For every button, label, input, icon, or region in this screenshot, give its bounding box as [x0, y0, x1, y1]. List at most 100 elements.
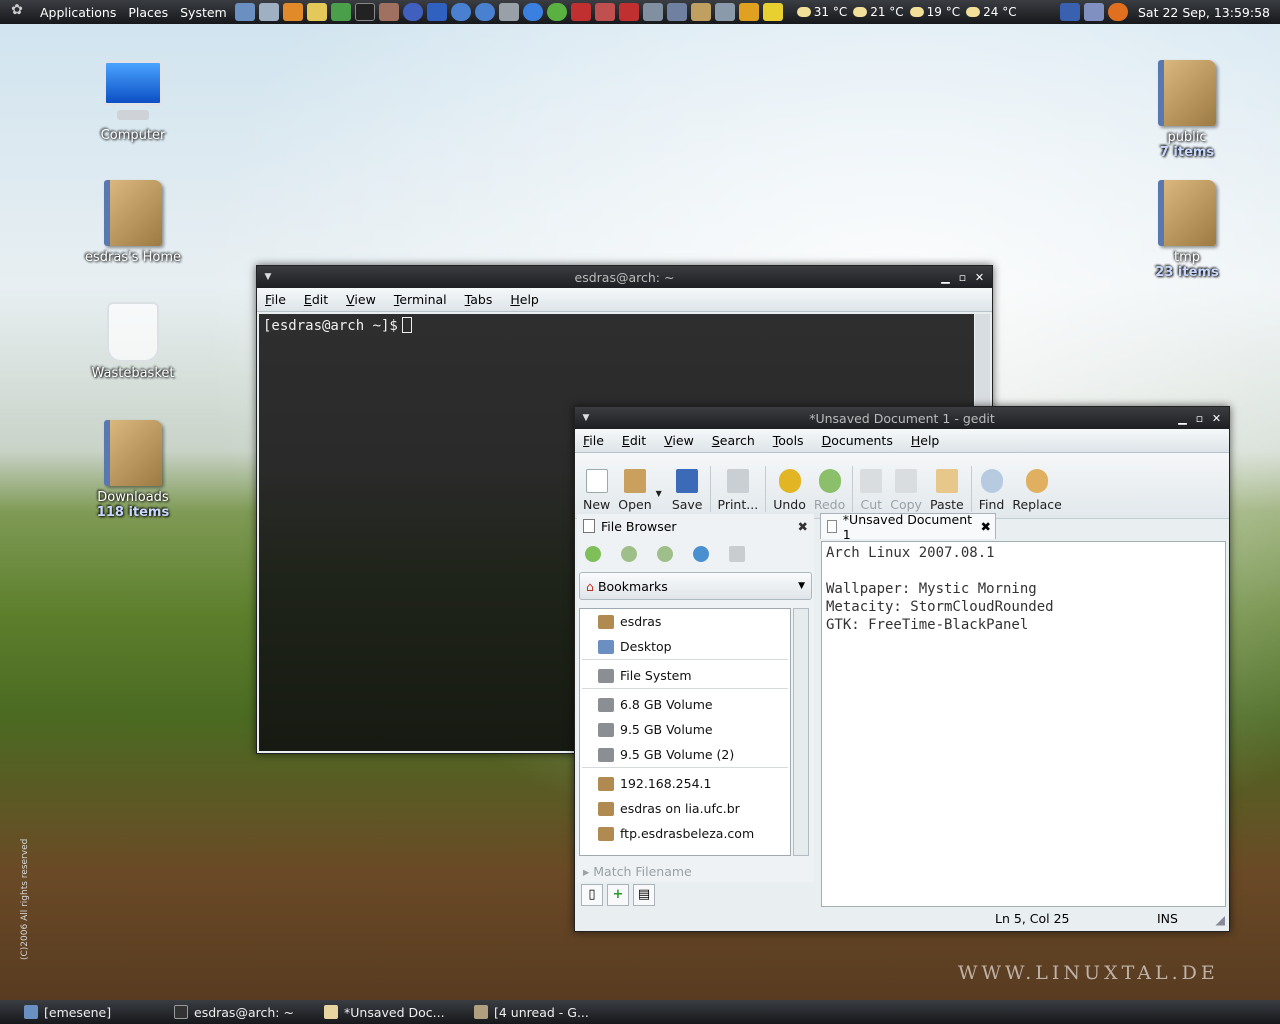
window-menu-icon[interactable]: ▼	[575, 413, 597, 423]
applications-menu[interactable]: Applications	[34, 5, 122, 20]
paste-button[interactable]: Paste	[930, 469, 964, 512]
desktop-icon-home[interactable]: esdras's Home	[68, 180, 198, 265]
system-menu[interactable]: System	[174, 5, 233, 20]
taskbar-item[interactable]: *Unsaved Doc...	[324, 1005, 454, 1020]
tray-icon[interactable]	[1084, 3, 1104, 21]
menu-view[interactable]: View	[338, 292, 386, 307]
list-item[interactable]: 192.168.254.1	[580, 771, 790, 796]
list-item[interactable]: Desktop	[580, 634, 790, 659]
resize-grip-icon[interactable]: ◢	[1215, 912, 1225, 927]
menu-tools[interactable]: Tools	[765, 433, 814, 448]
menu-edit[interactable]: Edit	[296, 292, 338, 307]
terminal-titlebar[interactable]: ▼ esdras@arch: ~ ▁ ▫ ✕	[257, 266, 992, 288]
play-icon[interactable]	[546, 3, 567, 21]
network-icon[interactable]	[522, 3, 543, 21]
terminal-icon[interactable]	[354, 3, 375, 21]
menu-file[interactable]: File	[575, 433, 614, 448]
copy-button[interactable]: Copy	[890, 469, 922, 512]
lock-icon[interactable]	[306, 3, 327, 21]
launcher-icon[interactable]	[666, 3, 687, 21]
list-item[interactable]: esdras on lia.ufc.br	[580, 796, 790, 821]
desktop-icon-wastebasket[interactable]: Wastebasket	[68, 302, 198, 381]
taskbar-item[interactable]: [4 unread - G...	[474, 1005, 604, 1020]
tray-icon[interactable]	[1108, 3, 1128, 21]
firefox-icon[interactable]	[402, 3, 423, 21]
weather-applet[interactable]: 31 °C 21 °C 19 °C 24 °C	[791, 5, 1017, 19]
menu-documents[interactable]: Documents	[814, 433, 903, 448]
window-menu-icon[interactable]: ▼	[257, 272, 279, 282]
menu-help[interactable]: Help	[502, 292, 549, 307]
lock-icon[interactable]	[729, 546, 745, 562]
users-icon[interactable]	[330, 3, 351, 21]
new-button[interactable]: New	[583, 469, 610, 512]
file-browser-tab-icon[interactable]: ▤	[633, 884, 655, 906]
menu-search[interactable]: Search	[704, 433, 765, 448]
list-item[interactable]: esdras	[580, 609, 790, 634]
menu-tabs[interactable]: Tabs	[457, 292, 503, 307]
tray-icon[interactable]	[1060, 3, 1080, 21]
refresh-icon[interactable]	[693, 546, 709, 562]
desktop-icon-tmp[interactable]: tmp 23 items	[1122, 180, 1252, 280]
desktop-icon-downloads[interactable]: Downloads 118 items	[68, 420, 198, 520]
folder-icon[interactable]	[690, 3, 711, 21]
text-editor[interactable]: Arch Linux 2007.08.1​Wallpaper: Mystic M…	[821, 541, 1226, 907]
gedit-window[interactable]: ▼ *Unsaved Document 1 - gedit ▁ ▫ ✕ File…	[574, 406, 1230, 932]
bookmarks-combo[interactable]: ⌂ Bookmarks ▼	[579, 572, 812, 600]
launcher-icon[interactable]	[570, 3, 591, 21]
up-icon[interactable]	[657, 546, 673, 562]
taskbar-item[interactable]: esdras@arch: ~	[174, 1005, 304, 1020]
gedit-titlebar[interactable]: ▼ *Unsaved Document 1 - gedit ▁ ▫ ✕	[575, 407, 1229, 429]
undo-button[interactable]: Undo	[773, 469, 806, 512]
print-button[interactable]: Print...	[718, 469, 758, 512]
maximize-icon[interactable]: ▫	[954, 271, 971, 284]
globe-icon[interactable]	[450, 3, 471, 21]
menu-view[interactable]: View	[656, 433, 704, 448]
close-pane-icon[interactable]: ✖	[798, 519, 808, 534]
launcher-icon[interactable]	[234, 3, 255, 21]
replace-button[interactable]: Replace	[1012, 469, 1062, 512]
minimize-icon[interactable]: ▁	[937, 271, 954, 284]
document-tab[interactable]: *Unsaved Document 1 ✖	[820, 512, 996, 542]
launcher-icon[interactable]	[378, 3, 399, 21]
list-item[interactable]: 9.5 GB Volume (2)	[580, 742, 790, 767]
desktop-icon-public[interactable]: public 7 items	[1122, 60, 1252, 160]
launcher-icon[interactable]	[498, 3, 519, 21]
cut-button[interactable]: Cut	[860, 469, 883, 512]
maximize-icon[interactable]: ▫	[1191, 412, 1208, 425]
list-item[interactable]: 6.8 GB Volume	[580, 692, 790, 717]
taskbar-item[interactable]: [emesene]	[24, 1005, 154, 1020]
redo-button[interactable]: Redo	[814, 469, 845, 512]
open-recent-dropdown[interactable]: ▼	[656, 489, 662, 498]
list-item[interactable]: ftp.esdrasbeleza.com	[580, 821, 790, 846]
launcher-icon[interactable]	[714, 3, 735, 21]
open-button[interactable]: Open	[618, 469, 652, 512]
menu-edit[interactable]: Edit	[614, 433, 656, 448]
forward-icon[interactable]	[621, 546, 637, 562]
list-item[interactable]: File System	[580, 663, 790, 688]
gnome-foot-icon[interactable]: ✿	[6, 2, 28, 22]
match-filename-expander[interactable]: ▸ Match Filename	[583, 864, 692, 879]
close-tab-icon[interactable]: ✖	[981, 519, 991, 534]
launcher-icon[interactable]	[258, 3, 279, 21]
launcher-icon[interactable]	[594, 3, 615, 21]
launcher-icon[interactable]	[618, 3, 639, 21]
close-icon[interactable]: ✕	[1208, 412, 1225, 425]
places-menu[interactable]: Places	[122, 5, 174, 20]
launcher-icon[interactable]	[642, 3, 663, 21]
desktop-icon-computer[interactable]: Computer	[68, 60, 198, 143]
bookmarks-scrollbar[interactable]	[793, 608, 809, 856]
find-button[interactable]: Find	[979, 469, 1004, 512]
clock[interactable]: Sat 22 Sep, 13:59:58	[1138, 5, 1270, 20]
back-icon[interactable]	[585, 546, 601, 562]
launcher-icon[interactable]	[282, 3, 303, 21]
menu-file[interactable]: File	[257, 292, 296, 307]
add-icon[interactable]: +	[607, 884, 629, 906]
documents-tab-icon[interactable]: ▯	[581, 884, 603, 906]
launcher-icon[interactable]	[738, 3, 759, 21]
list-item[interactable]: 9.5 GB Volume	[580, 717, 790, 742]
menu-help[interactable]: Help	[903, 433, 950, 448]
close-icon[interactable]: ✕	[971, 271, 988, 284]
minimize-icon[interactable]: ▁	[1174, 412, 1191, 425]
save-button[interactable]: Save	[672, 469, 703, 512]
browser-icon[interactable]	[474, 3, 495, 21]
